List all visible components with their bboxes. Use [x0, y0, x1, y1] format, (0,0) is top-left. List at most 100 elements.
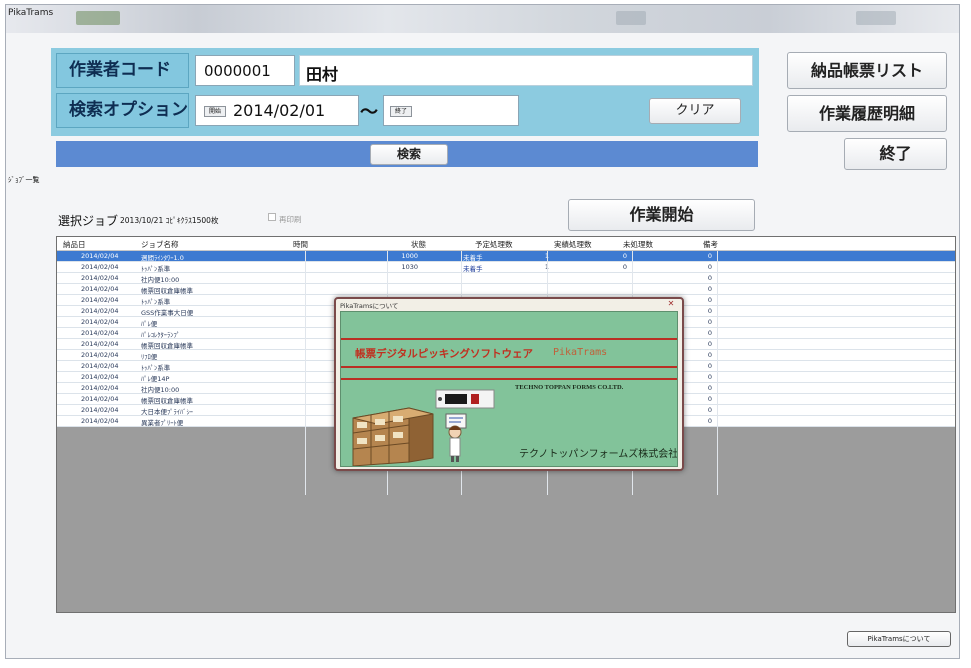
indicator-device-icon	[435, 389, 495, 409]
about-dialog: PikaTramsについて ✕ 帳票デジタルピッキングソフトウェア PikaTr…	[334, 297, 684, 471]
cell-actual-count: 0	[622, 252, 627, 260]
taskbar-thumbnail	[616, 11, 646, 25]
column-header[interactable]: 時間	[293, 239, 308, 250]
cell-status: 未着手	[463, 254, 483, 262]
cell-job-name: ﾊﾟﾚ便14P	[141, 375, 170, 383]
start-date-field[interactable]: 開始 2014/02/01	[195, 95, 359, 126]
cell-delivery-date: 2014/02/04	[81, 263, 119, 271]
table-row[interactable]: 2014/02/04 社内便10:00 0	[57, 273, 955, 284]
column-header[interactable]: 未処理数	[623, 239, 653, 250]
column-header[interactable]: ジョブ名称	[141, 239, 179, 250]
cell-job-name: 帳票回収倉庫帳準	[141, 342, 193, 350]
product-name: PikaTrams	[553, 347, 608, 358]
delivery-list-button[interactable]: 納品帳票リスト	[787, 52, 947, 89]
company-name-ja: テクノトッパンフォームズ株式会社	[519, 449, 678, 460]
cell-delivery-date: 2014/02/04	[81, 296, 119, 304]
search-button[interactable]: 検索	[370, 144, 448, 165]
cell-remaining-count: 0	[707, 285, 712, 293]
cell-remaining-count: 0	[707, 351, 712, 359]
about-dialog-content: 帳票デジタルピッキングソフトウェア PikaTrams TECHNO TOPPA…	[340, 311, 678, 467]
cell-remaining-count: 0	[707, 263, 712, 271]
column-header[interactable]: 備考	[703, 239, 718, 250]
selected-job-label: 選択ジョブ	[58, 214, 119, 228]
start-date-button[interactable]: 開始	[204, 106, 226, 117]
worker-name: 田村	[306, 65, 339, 84]
about-dialog-title: PikaTramsについて	[340, 302, 399, 310]
job-list-section-label: ｼﾞｮﾌﾞ一覧	[8, 176, 40, 184]
table-row[interactable]: 2014/02/04 帳票回収倉庫帳準 0	[57, 284, 955, 295]
end-date-field[interactable]: 終了	[383, 95, 519, 126]
cell-remaining-count: 0	[707, 340, 712, 348]
cell-job-name: 異業者ﾌﾟﾘｰﾄ便	[141, 419, 184, 427]
cell-delivery-date: 2014/02/04	[81, 329, 119, 337]
cell-job-name: GSS作業事大日便	[141, 309, 194, 317]
cell-job-name: ﾘﾌﾛ便	[141, 353, 158, 361]
clear-button[interactable]: クリア	[649, 98, 741, 124]
cell-remaining-count: 0	[707, 307, 712, 315]
table-header: 納品日 ジョブ名称 時間 状態 予定処理数 実績処理数 未処理数 備考	[57, 237, 955, 251]
cell-remaining-count: 0	[707, 362, 712, 370]
divider	[341, 378, 677, 380]
cell-job-name: ﾄｯﾊﾟﾝ系準	[141, 364, 171, 372]
cell-planned-count: 1	[519, 252, 549, 260]
cell-delivery-date: 2014/02/04	[81, 384, 119, 392]
cell-remaining-count: 0	[707, 417, 712, 425]
cell-remaining-count: 0	[707, 406, 712, 414]
column-header[interactable]: 予定処理数	[475, 239, 513, 250]
cell-delivery-date: 2014/02/04	[81, 406, 119, 414]
window-title: PikaTrams	[8, 8, 54, 18]
worker-code-label: 作業者コード	[56, 53, 189, 88]
taskbar-thumbnail	[76, 11, 120, 25]
taskbar-thumbnail	[856, 11, 896, 25]
cell-delivery-date: 2014/02/04	[81, 318, 119, 326]
column-header[interactable]: 納品日	[63, 239, 86, 250]
cell-delivery-date: 2014/02/04	[81, 285, 119, 293]
cell-remaining-count: 0	[707, 373, 712, 381]
column-divider	[717, 251, 718, 495]
company-name-en: TECHNO TOPPAN FORMS CO.LTD.	[515, 384, 624, 391]
cell-job-name: 社内便10:00	[141, 276, 180, 284]
cell-delivery-date: 2014/02/04	[81, 417, 119, 425]
cell-delivery-date: 2014/02/04	[81, 252, 119, 260]
worker-illustration	[445, 413, 467, 462]
cell-job-name: 大日本便ﾌﾟﾗｲﾊﾞｼｰ	[141, 408, 193, 416]
end-date-button[interactable]: 終了	[390, 106, 412, 117]
cell-job-name: 帳票回収倉庫帳準	[141, 397, 193, 405]
reprint-checkbox[interactable]	[268, 213, 276, 221]
cell-delivery-date: 2014/02/04	[81, 307, 119, 315]
cell-delivery-date: 2014/02/04	[81, 395, 119, 403]
selected-job-value: 2013/10/21 ｺﾋﾟｷｸﾗｽ1500枚	[120, 216, 219, 225]
app-window: PikaTrams 作業者コード 0000001 田村 検索オプション 開始 2…	[5, 4, 960, 659]
start-date-value: 2014/02/01	[233, 101, 326, 120]
search-option-label: 検索オプション	[56, 93, 189, 128]
cell-actual-count: 0	[622, 263, 627, 271]
column-header[interactable]: 実績処理数	[554, 239, 592, 250]
cell-delivery-date: 2014/02/04	[81, 274, 119, 282]
table-row[interactable]: 2014/02/04 ﾄｯﾊﾟﾝ系準 1030 未着手 1 0 0	[57, 262, 955, 273]
cell-time: 1000	[401, 252, 418, 260]
exit-button[interactable]: 終了	[844, 138, 947, 170]
about-button[interactable]: PikaTramsについて	[847, 631, 951, 647]
reprint-checkbox-label: 再印刷	[279, 215, 302, 224]
cell-remaining-count: 0	[707, 384, 712, 392]
cell-delivery-date: 2014/02/04	[81, 340, 119, 348]
column-divider	[305, 251, 306, 495]
divider	[341, 338, 677, 340]
worker-name-field: 田村	[299, 55, 753, 86]
close-icon[interactable]: ✕	[664, 299, 678, 309]
column-header[interactable]: 状態	[411, 239, 426, 250]
cell-status: 未着手	[463, 265, 483, 273]
cell-job-name: 帳票回収倉庫帳準	[141, 287, 193, 295]
cell-remaining-count: 0	[707, 252, 712, 260]
worker-code-field[interactable]: 0000001	[195, 55, 295, 86]
title-bar: PikaTrams	[6, 5, 959, 33]
cell-job-name: 週間ﾗｲﾝﾀﾜｰ1.0	[141, 254, 184, 262]
work-history-button[interactable]: 作業履歴明細	[787, 95, 947, 132]
divider	[341, 366, 677, 368]
start-work-button[interactable]: 作業開始	[568, 199, 755, 231]
cell-job-name: ﾄｯﾊﾟﾝ系準	[141, 298, 171, 306]
cell-job-name: ﾄｯﾊﾟﾝ系準	[141, 265, 171, 273]
cell-remaining-count: 0	[707, 318, 712, 326]
worker-code-value: 0000001	[204, 62, 271, 80]
table-row[interactable]: 2014/02/04 週間ﾗｲﾝﾀﾜｰ1.0 1000 未着手 1 0 0	[57, 251, 955, 262]
